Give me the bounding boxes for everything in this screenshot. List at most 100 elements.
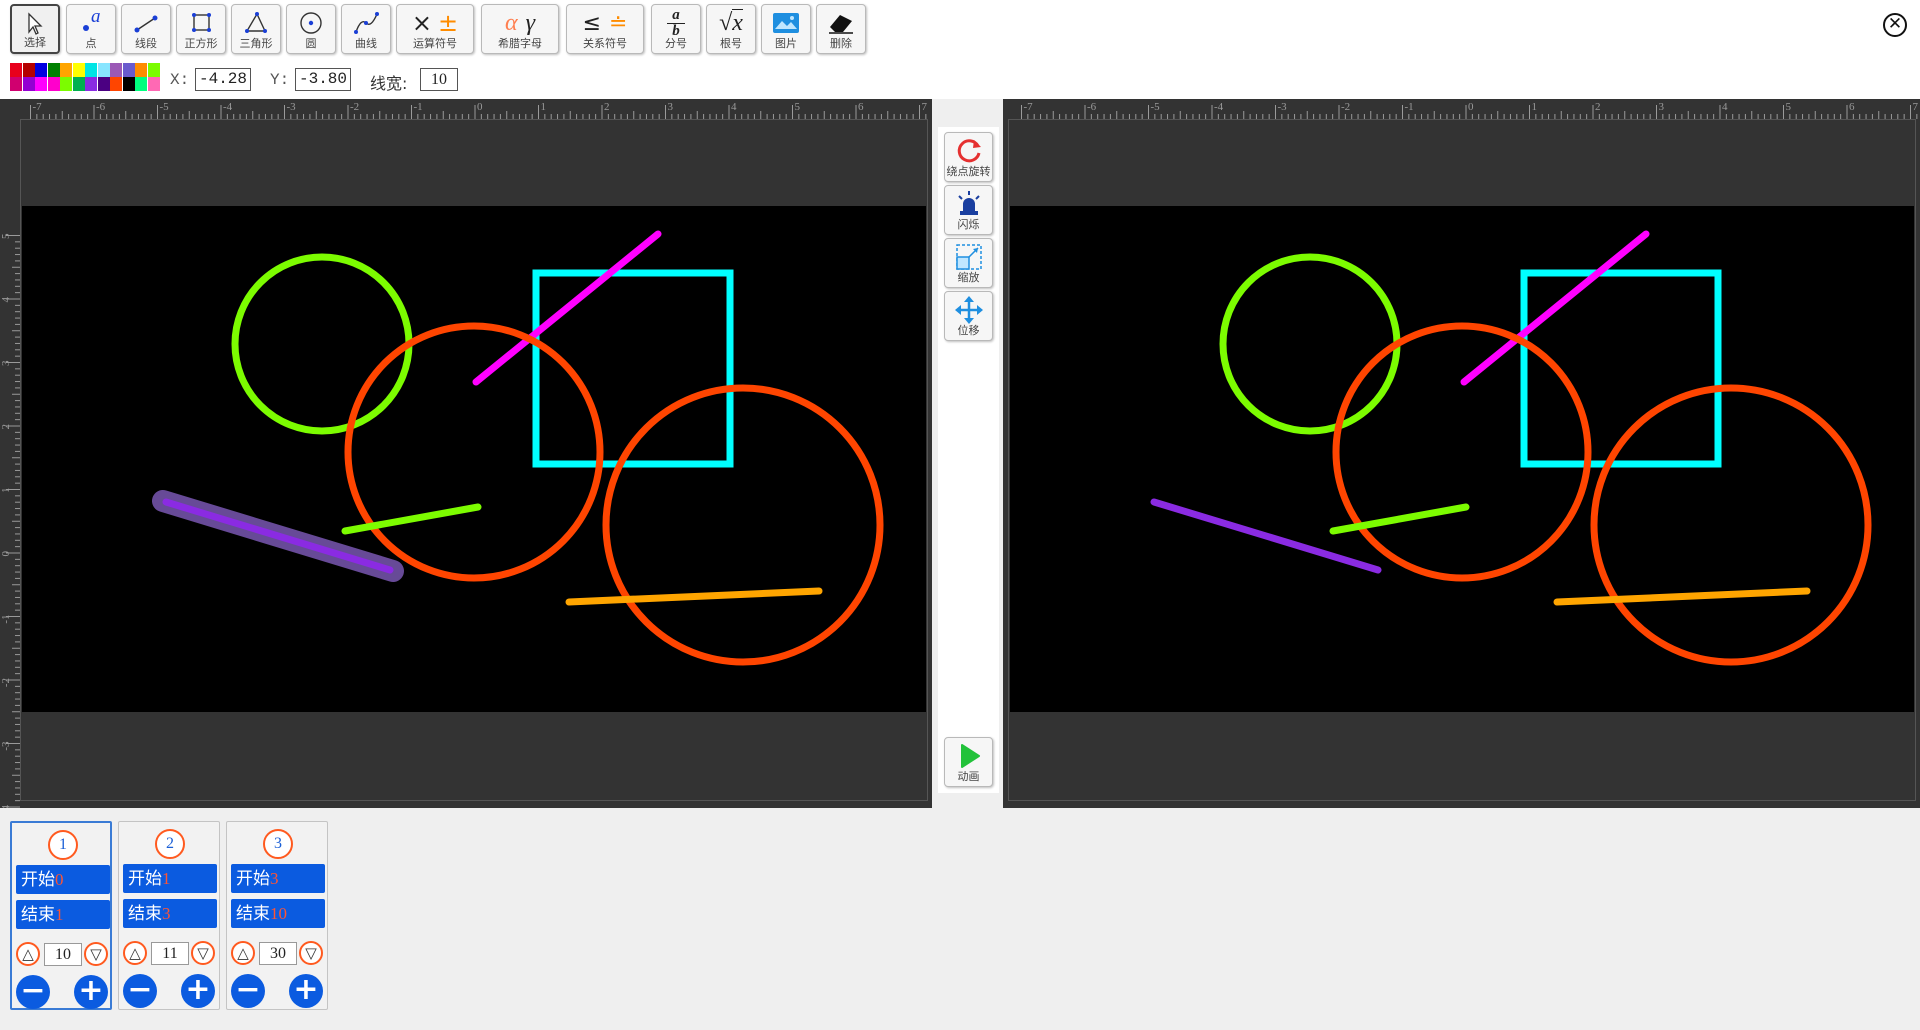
y-coord-field[interactable]: -3.80 <box>295 68 351 91</box>
x-coord-field[interactable]: -4.28 <box>195 68 251 91</box>
duration-field[interactable]: 11 <box>151 942 189 965</box>
duration-field[interactable]: 30 <box>259 942 297 965</box>
color-swatch[interactable] <box>147 63 160 77</box>
fraction-tool-button[interactable]: a b 分号 <box>651 4 701 54</box>
image-icon <box>762 8 810 38</box>
relation-tool-button[interactable]: ≤ ≐ 关系符号 <box>566 4 644 54</box>
curve-tool-button[interactable]: 曲线 <box>341 4 391 54</box>
animation-step-card[interactable]: 1 开始0 结束1 △ 10 ▽ − + <box>10 821 112 1010</box>
color-swatch[interactable] <box>35 77 47 91</box>
start-value: 3 <box>270 869 279 888</box>
rotate-button[interactable]: 绕点旋转 <box>944 132 993 182</box>
red-circle-large <box>1590 384 1872 666</box>
eraser-tool-button[interactable]: 删除 <box>816 4 866 54</box>
color-swatch[interactable] <box>10 63 22 77</box>
segment-tool-button[interactable]: 线段 <box>121 4 171 54</box>
color-swatch[interactable] <box>97 77 110 91</box>
triangle-tool-button[interactable]: 三角形 <box>231 4 281 54</box>
add-step-button[interactable]: + <box>181 974 215 1008</box>
operator-tool-button[interactable]: × ± 运算符号 <box>396 4 474 54</box>
color-swatch[interactable] <box>135 77 147 91</box>
ruler-tick-label: 0 <box>1468 101 1474 113</box>
operator-glyph-plusminus: ± <box>438 9 459 37</box>
ruler-tick-label: 5 <box>795 101 801 113</box>
scale-button[interactable]: 缩放 <box>944 238 993 288</box>
color-swatch[interactable] <box>72 63 85 77</box>
move-button[interactable]: 位移 <box>944 291 993 341</box>
operator-glyph-times: × <box>411 9 432 37</box>
triangle-up-icon: △ <box>22 945 34 963</box>
start-field[interactable]: 开始0 <box>16 865 110 894</box>
point-glyph: a <box>91 6 101 27</box>
color-swatch[interactable] <box>47 63 60 77</box>
greek-icon: α γ <box>482 8 558 38</box>
color-swatch[interactable] <box>147 77 160 91</box>
color-swatch[interactable] <box>122 63 135 77</box>
sqrt-radicand: x <box>732 9 743 36</box>
greek-tool-button[interactable]: α γ 希腊字母 <box>481 4 559 54</box>
flash-button[interactable]: 闪烁 <box>944 185 993 235</box>
step-down-button[interactable]: ▽ <box>84 942 108 966</box>
color-swatch[interactable] <box>60 77 72 91</box>
ruler-tick-label: 5 <box>0 233 12 239</box>
y-coord-label: Y: <box>270 71 290 89</box>
remove-step-button[interactable]: − <box>16 975 50 1009</box>
add-step-button[interactable]: + <box>74 975 108 1009</box>
select-tool-button[interactable]: 选择 <box>10 4 60 54</box>
close-button[interactable]: ✕ <box>1883 13 1907 37</box>
color-swatch[interactable] <box>35 63 47 77</box>
curve-tool-label: 曲线 <box>355 37 377 50</box>
color-swatch[interactable] <box>47 77 60 91</box>
right-preview-canvas[interactable] <box>1010 206 1914 712</box>
color-swatch[interactable] <box>22 63 35 77</box>
circle-tool-button[interactable]: 圆 <box>286 4 336 54</box>
end-field[interactable]: 结束10 <box>231 899 325 928</box>
color-swatch[interactable] <box>72 77 85 91</box>
color-swatch[interactable] <box>122 77 135 91</box>
step-up-button[interactable]: △ <box>123 941 147 965</box>
left-drawing-canvas[interactable] <box>22 206 926 712</box>
color-swatch[interactable] <box>135 63 147 77</box>
linewidth-field[interactable]: 10 <box>420 68 458 91</box>
flash-label: 闪烁 <box>957 218 980 231</box>
right-canvas-pane: -7 -6 -5 -4 -3 -2 -1 0 1 2 3 4 5 6 7 <box>1003 99 1920 808</box>
step-up-button[interactable]: △ <box>231 941 255 965</box>
animate-button[interactable]: 动画 <box>944 737 993 787</box>
add-step-button[interactable]: + <box>289 974 323 1008</box>
animation-step-card[interactable]: 3 开始3 结束10 △ 30 ▽ − + <box>226 821 328 1010</box>
magenta-segment <box>472 230 662 386</box>
color-swatch[interactable] <box>85 63 97 77</box>
image-tool-button[interactable]: 图片 <box>761 4 811 54</box>
point-tool-button[interactable]: a 点 <box>66 4 116 54</box>
animation-step-card[interactable]: 2 开始1 结束3 △ 11 ▽ − + <box>118 821 220 1010</box>
step-down-button[interactable]: ▽ <box>299 941 323 965</box>
triangle-tool-label: 三角形 <box>239 37 273 50</box>
green-circle <box>1219 253 1401 435</box>
square-tool-button[interactable]: 正方形 <box>176 4 226 54</box>
color-swatch[interactable] <box>97 63 110 77</box>
end-field[interactable]: 结束3 <box>123 899 217 928</box>
orange-segment <box>1553 587 1811 606</box>
ruler-tick-label: 7 <box>922 101 928 113</box>
ruler-tick-label: 2 <box>604 101 610 113</box>
triangle-up-icon: △ <box>237 944 249 962</box>
remove-step-button[interactable]: − <box>231 974 265 1008</box>
remove-step-button[interactable]: − <box>123 974 157 1008</box>
step-up-button[interactable]: △ <box>16 942 40 966</box>
sqrt-tool-button[interactable]: √ x 根号 <box>706 4 756 54</box>
start-field[interactable]: 开始3 <box>231 864 325 893</box>
color-swatch[interactable] <box>22 77 35 91</box>
square-icon <box>177 8 225 38</box>
color-swatch[interactable] <box>10 77 22 91</box>
color-swatch[interactable] <box>110 77 122 91</box>
step-down-button[interactable]: ▽ <box>191 941 215 965</box>
duration-field[interactable]: 10 <box>44 943 82 966</box>
color-swatch[interactable] <box>110 63 122 77</box>
color-swatch[interactable] <box>60 63 72 77</box>
end-label: 结束 <box>236 904 270 923</box>
purple-segment <box>162 498 394 574</box>
end-field[interactable]: 结束1 <box>16 900 110 929</box>
color-swatch[interactable] <box>85 77 97 91</box>
ruler-tick-label: -2 <box>1341 101 1350 113</box>
start-field[interactable]: 开始1 <box>123 864 217 893</box>
